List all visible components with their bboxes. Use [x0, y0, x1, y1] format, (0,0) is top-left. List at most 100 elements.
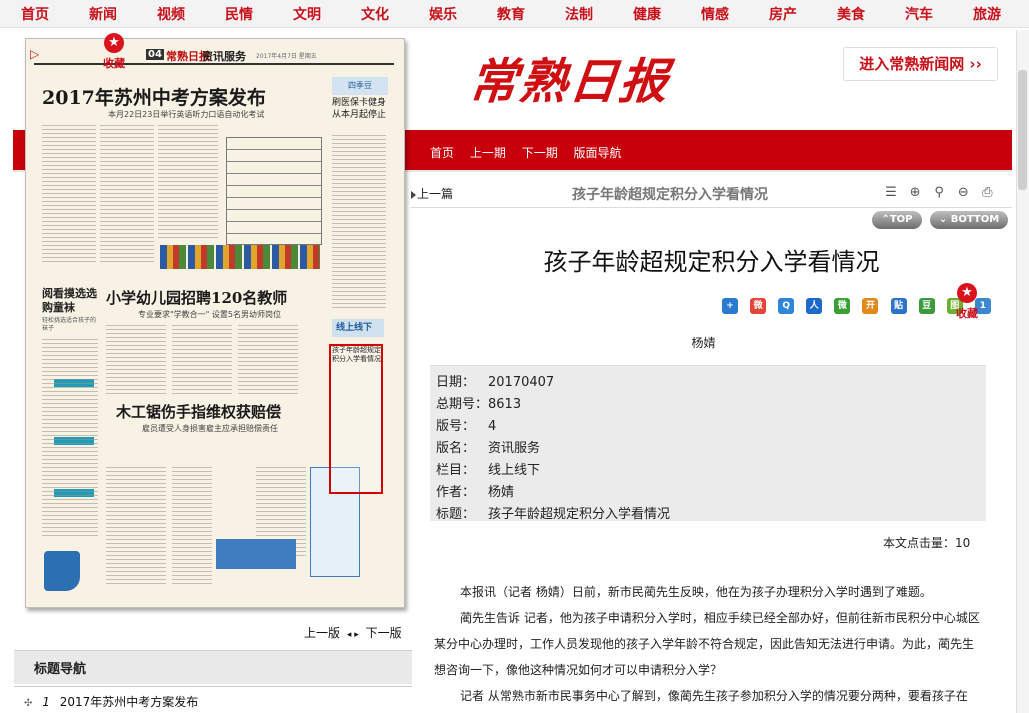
title-text[interactable]: 2017年苏州中考方案发布 [60, 695, 199, 709]
site-masthead-logo[interactable]: 常熟日报 [466, 42, 673, 112]
title-number: 1 [42, 695, 50, 709]
books-illustration [160, 245, 320, 269]
qzone-icon[interactable]: Q [778, 298, 795, 314]
next-page-link[interactable]: 下一版 [366, 626, 402, 640]
nav-item-public[interactable]: 民情 [225, 4, 253, 24]
scrollbar-thumb[interactable] [1018, 70, 1027, 190]
kaixin-icon[interactable]: 开 [862, 298, 879, 314]
article-paragraph: 蔺先生告诉 记者，他为孩子申请积分入学时，相应手续已经全部办好，但前往新市民积分… [434, 611, 980, 677]
douban-icon[interactable]: 豆 [918, 298, 935, 314]
menu-page-nav[interactable]: 版面导航 [574, 146, 622, 160]
newspaper-page-image[interactable]: 04 常熟日报 资讯服务 2017年4月7日 星期五 2017年苏州中考方案发布… [25, 38, 405, 608]
weibo-icon[interactable]: 微 [750, 298, 767, 314]
hits-value: 10 [955, 536, 971, 550]
star-icon: ★ [104, 33, 124, 53]
text-column [158, 125, 218, 240]
highlighted-article-title[interactable]: 孩子年龄超规定积分入学看情况 [332, 346, 382, 364]
text-column [106, 467, 166, 587]
nav-item-food[interactable]: 美食 [837, 4, 865, 24]
nav-item-civility[interactable]: 文明 [293, 4, 321, 24]
page-pager: 上一版 ◂ ▸ 下一版 [304, 624, 402, 641]
article-hit-count: 本文点击量：10 [883, 534, 970, 551]
tieba-icon[interactable]: 贴 [890, 298, 907, 314]
menu-next-issue[interactable]: 下一期 [522, 146, 558, 160]
selected-article-highlight[interactable] [329, 344, 383, 494]
nav-item-video[interactable]: 视频 [157, 4, 185, 24]
nav-item-emotion[interactable]: 情感 [701, 4, 729, 24]
info-value: 4 [488, 419, 497, 434]
text-column [172, 467, 212, 587]
newspaper-headline-1[interactable]: 2017年苏州中考方案发布 [42, 83, 266, 110]
newspaper-page-number: 04 [146, 49, 164, 60]
info-value: 资讯服务 [488, 441, 541, 456]
newspaper-right-headline[interactable]: 刷医保卡健身从本月起停止 [332, 97, 388, 121]
favorite-left[interactable]: ★ 收藏 [99, 33, 129, 71]
info-row-column: 栏目： 线上线下 [436, 459, 540, 478]
scroll-bottom-button[interactable]: ⌄ BOTTOM [930, 211, 1008, 229]
hits-label: 本文点击量： [883, 536, 956, 550]
info-key: 栏目： [436, 463, 476, 478]
list-icon[interactable]: ☰ [883, 185, 899, 201]
title-navigation-header: 标题导航 [14, 650, 412, 684]
text-column [172, 325, 232, 395]
favorite-label: 收藏 [103, 57, 125, 70]
zoom-in-icon[interactable]: ⊕ [907, 185, 923, 201]
nav-item-home[interactable]: 首页 [21, 4, 49, 24]
menu-home-link[interactable]: 首页 [430, 146, 454, 160]
info-key: 作者： [436, 485, 476, 500]
info-row-title: 标题： 孩子年龄超规定积分入学看情况 [436, 503, 670, 522]
zoom-icon[interactable]: ⚲ [931, 185, 947, 201]
exam-schedule-table [226, 137, 322, 245]
scroll-bottom-label: BOTTOM [950, 214, 1000, 225]
info-value: 杨婧 [488, 485, 515, 500]
enter-news-site-button[interactable]: 进入常熟新闻网 ›› [843, 47, 998, 81]
newspaper-subhead-3: 雇员遭受人身损害雇主应承担赔偿责任 [142, 424, 278, 433]
info-key: 版名： [436, 441, 476, 456]
newspaper-headline-3[interactable]: 木工锯伤手指维权获赔偿 [116, 401, 281, 422]
favorite-right[interactable]: ★ 收藏 [950, 283, 984, 323]
newspaper-section: 资讯服务 [202, 50, 246, 63]
issue-menu: 首页 上一期 下一期 版面导航 [430, 144, 634, 161]
nav-item-culture[interactable]: 文化 [361, 4, 389, 24]
nav-item-ent[interactable]: 娱乐 [429, 4, 457, 24]
article-tools: ☰ ⊕ ⚲ ⊖ ⎙ [883, 181, 998, 201]
text-column [238, 325, 298, 395]
print-icon[interactable]: ⎙ [979, 185, 995, 201]
wechat-icon[interactable]: 微 [834, 298, 851, 314]
scroll-top-button[interactable]: ⌃TOP [872, 211, 922, 229]
pager-arrows-icon: ◂ ▸ [346, 630, 359, 640]
nav-item-law[interactable]: 法制 [565, 4, 593, 24]
nav-item-health[interactable]: 健康 [633, 4, 661, 24]
info-row-section: 版名： 资讯服务 [436, 437, 540, 456]
bullet-icon: ✣ [24, 698, 33, 709]
zoom-out-icon[interactable]: ⊖ [955, 185, 971, 201]
nav-item-auto[interactable]: 汽车 [905, 4, 933, 24]
menu-prev-issue[interactable]: 上一期 [470, 146, 506, 160]
nav-item-house[interactable]: 房产 [769, 4, 797, 24]
nav-item-news[interactable]: 新闻 [89, 4, 117, 24]
info-row-issue: 总期号：8613 [436, 393, 521, 412]
share-plus-icon[interactable]: + [722, 298, 738, 314]
article-paragraph: 记者 从常熟市新市民事务中心了解到，像蔺先生孩子参加积分入学的情况要分两种，要看… [460, 689, 968, 703]
info-value: 线上线下 [488, 463, 541, 478]
prev-article-link[interactable]: 上一篇 [411, 185, 453, 202]
scroll-top-label: TOP [889, 214, 913, 225]
newspaper-side-headline[interactable]: 阅看摸选选购童袜 [42, 287, 98, 315]
divider [14, 686, 412, 687]
newspaper-headline-2[interactable]: 小学幼儿园招聘120名教师 [106, 287, 287, 308]
text-column [42, 125, 96, 265]
title-navigation-label: 标题导航 [34, 662, 87, 677]
nav-item-travel[interactable]: 旅游 [973, 4, 1001, 24]
article-paragraph: 本报讯（记者 杨婧）日前，新市民蔺先生反映，他在为孩子办理积分入学时遇到了难题。 [460, 585, 932, 599]
nav-item-education[interactable]: 教育 [497, 4, 525, 24]
renren-icon[interactable]: 人 [806, 298, 823, 314]
info-value: 20170407 [488, 375, 555, 390]
article-info-box: 日期： 20170407 总期号：8613 版号： 4 版名： 资讯服务 栏目： 线上线… [430, 365, 986, 522]
article-title: 孩子年龄超规定积分入学看情况 [543, 248, 880, 276]
text-column [42, 339, 98, 539]
prev-page-link[interactable]: 上一版 [304, 626, 340, 640]
title-list-item[interactable]: ✣ 1 2017年苏州中考方案发布 [24, 693, 198, 710]
newspaper-header: 04 常熟日报 资讯服务 2017年4月7日 星期五 [34, 47, 394, 65]
advert-block [216, 539, 296, 569]
expand-arrow-icon[interactable]: ▷ [30, 47, 39, 61]
